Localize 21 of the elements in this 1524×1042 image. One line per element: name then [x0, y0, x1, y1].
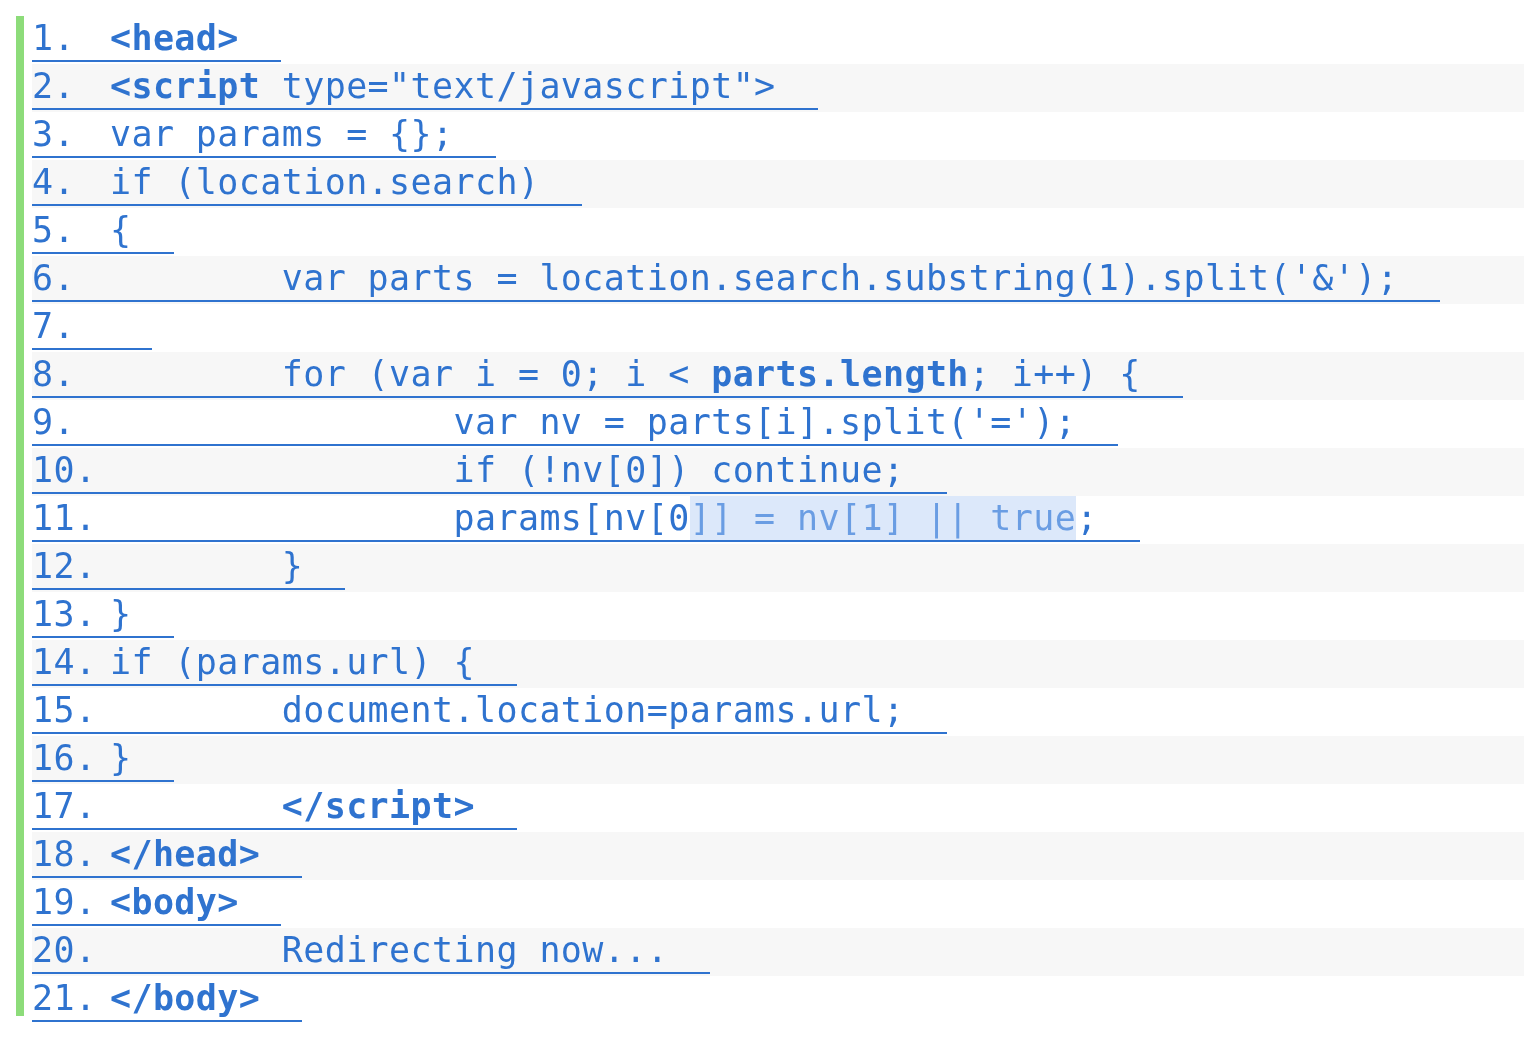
code-line-link[interactable]: 5. {	[32, 208, 174, 254]
code-line-link[interactable]: 4. if (location.search)	[32, 160, 582, 206]
code-line-link[interactable]: 16. }	[32, 736, 174, 782]
code-line-link[interactable]: 8. for (var i = 0; i < parts.length; i++) {	[32, 352, 1183, 398]
code-line-link[interactable]: 12. }	[32, 544, 346, 590]
code-line-link[interactable]: 7.	[32, 304, 153, 350]
code-line-link[interactable]: 3. var params = {};	[32, 112, 496, 158]
code-line-link[interactable]: 2. <script type="text/javascript">	[32, 64, 818, 110]
code-line-link[interactable]: 9. var nv = parts[i].split('=');	[32, 400, 1119, 446]
code-line-link[interactable]: 17. </script>	[32, 784, 518, 830]
code-line-link[interactable]: 21. </body>	[32, 976, 303, 1022]
code-line-link[interactable]: 6. var parts = location.search.substring(1).split('&');	[32, 256, 1441, 302]
code-line-link[interactable]: 20. Redirecting now...	[32, 928, 711, 974]
code-line-link[interactable]: 10. if (!nv[0]) continue;	[32, 448, 947, 494]
code-line-link[interactable]: 11. params[nv[0]] = nv[1] || true;	[32, 496, 1140, 542]
code-line-link[interactable]: 14. if (params.url) {	[32, 640, 518, 686]
code-line-link[interactable]: 15. document.location=params.url;	[32, 688, 947, 734]
code-line-link[interactable]: 13. }	[32, 592, 174, 638]
code-line-link[interactable]: 19. <body>	[32, 880, 281, 926]
code-line-link[interactable]: 1. <head>	[32, 16, 281, 62]
code-line-link[interactable]: 18. </head>	[32, 832, 303, 878]
